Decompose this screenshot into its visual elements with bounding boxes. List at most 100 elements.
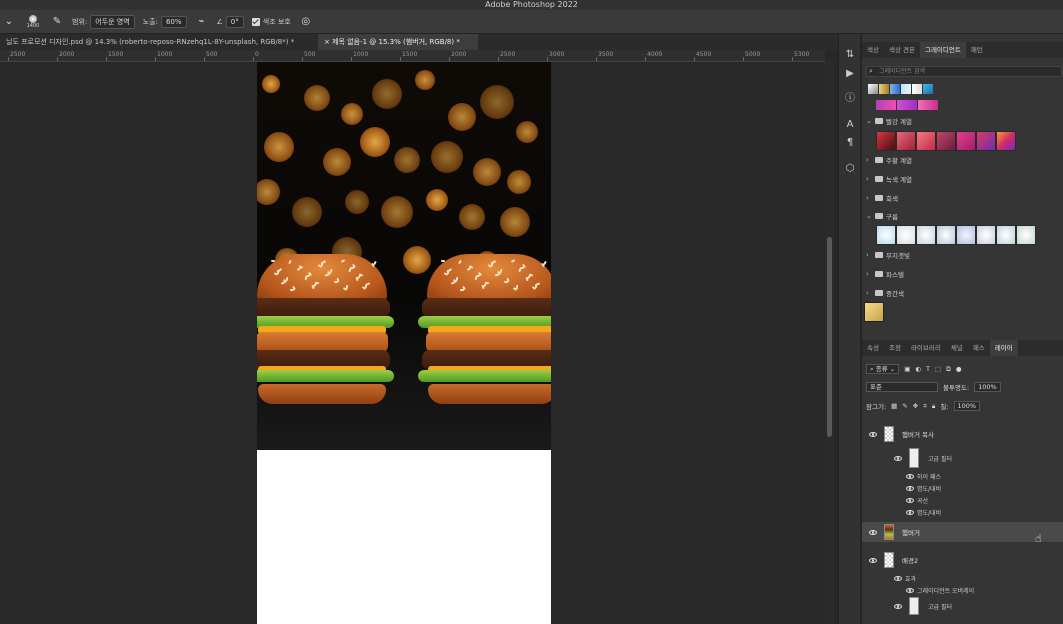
gradient-swatch[interactable] xyxy=(996,131,1016,151)
gradient-swatch[interactable] xyxy=(976,131,996,151)
foreground-gradient-swatch[interactable] xyxy=(864,302,884,322)
image-filter-icon[interactable]: ▣ xyxy=(904,365,910,373)
gradient-swatch[interactable] xyxy=(897,100,917,110)
eye-icon[interactable] xyxy=(906,485,914,491)
info-icon[interactable]: ⓘ xyxy=(843,92,857,106)
eye-icon[interactable] xyxy=(906,509,914,515)
visibility-toggle[interactable] xyxy=(862,431,884,437)
gradient-swatch[interactable] xyxy=(956,131,976,151)
gradient-group-green[interactable]: › 녹색 계열 xyxy=(866,173,912,185)
lock-transparent-icon[interactable]: ▦ xyxy=(891,402,897,410)
gradient-swatch[interactable] xyxy=(936,225,956,245)
shape-filter-icon[interactable]: ⬚ xyxy=(935,365,941,373)
gradient-tab[interactable]: 색상 견본 xyxy=(884,42,920,58)
eye-icon[interactable] xyxy=(894,455,902,461)
gradient-group-clouds[interactable]: ⌄ 구름 xyxy=(866,210,898,222)
gradient-swatch[interactable] xyxy=(879,84,889,94)
lock-all-icon[interactable]: 🔒︎ xyxy=(932,402,935,411)
chevron-down-icon[interactable]: ⌄ xyxy=(866,212,872,220)
filter-brightness-1[interactable]: 명도/대비 xyxy=(906,482,941,494)
type-filter-icon[interactable]: T xyxy=(926,365,930,373)
airbrush-icon[interactable]: ⌁ xyxy=(195,15,209,29)
gradient-swatch[interactable] xyxy=(876,131,896,151)
eye-icon[interactable] xyxy=(906,587,914,593)
play-icon[interactable]: ▶ xyxy=(843,67,857,81)
layer-burger[interactable]: 햄버거 xyxy=(862,522,1063,542)
layers-tab[interactable]: 채널 xyxy=(946,340,968,356)
layers-tab[interactable]: 레이어 xyxy=(989,340,1018,356)
gradient-swatch[interactable] xyxy=(916,225,936,245)
chevron-down-icon[interactable]: ⌄ xyxy=(2,15,16,29)
gradient-swatch[interactable] xyxy=(896,131,916,151)
layer-burger-copy[interactable]: 햄버거 복사 xyxy=(862,424,1063,444)
gradient-swatch[interactable] xyxy=(976,225,996,245)
gradient-tab[interactable]: 그레이디언트 xyxy=(919,42,966,58)
character-icon[interactable]: A xyxy=(843,118,857,132)
3d-cube-icon[interactable]: ⬡ xyxy=(843,162,857,176)
gradient-swatch[interactable] xyxy=(901,84,911,94)
gradient-swatch[interactable] xyxy=(868,84,878,94)
visibility-toggle[interactable] xyxy=(862,529,884,535)
vertical-scrollbar[interactable] xyxy=(825,62,834,624)
gradient-group-red[interactable]: ⌄ 빨강 계열 xyxy=(866,115,912,127)
doc-tab-untitled[interactable]: × 제목 없음-1 @ 15.3% (햄버거, RGB/8) * xyxy=(318,34,478,50)
eye-icon[interactable] xyxy=(894,575,902,581)
protect-tone-checkbox[interactable] xyxy=(251,17,260,26)
brush-settings-icon[interactable]: ✎ xyxy=(50,15,64,29)
layers-tab[interactable]: 라이브러리 xyxy=(906,340,946,356)
filter-curves[interactable]: 곡선 xyxy=(906,494,928,506)
pressure-size-icon[interactable]: ◎ xyxy=(299,15,313,29)
chevron-right-icon[interactable]: › xyxy=(866,251,872,259)
layers-tab[interactable]: 조정 xyxy=(884,340,906,356)
gradient-swatch[interactable] xyxy=(936,131,956,151)
layer-background-2[interactable]: 배경2 xyxy=(862,550,1063,570)
blend-mode-dropdown[interactable]: 표준 xyxy=(866,382,938,392)
visibility-toggle[interactable] xyxy=(862,557,884,563)
gradient-swatch[interactable] xyxy=(896,225,916,245)
chevron-right-icon[interactable]: › xyxy=(866,289,872,297)
layers-tab[interactable]: 패스 xyxy=(968,340,990,356)
effects-row[interactable]: 효과 xyxy=(894,572,916,584)
gradient-swatch[interactable] xyxy=(1016,225,1036,245)
gradient-swatch[interactable] xyxy=(923,84,933,94)
chevron-right-icon[interactable]: › xyxy=(866,156,872,164)
doc-tab-promo[interactable]: 닐도 프로모션 디자인.psd @ 14.3% (roberto-reposo-… xyxy=(0,34,318,50)
chevron-right-icon[interactable]: › xyxy=(866,175,872,183)
eye-icon[interactable] xyxy=(906,473,914,479)
range-dropdown[interactable]: 어두운 영역 xyxy=(90,14,135,29)
gradient-swatch[interactable] xyxy=(996,225,1016,245)
smart-filters-row-2[interactable]: 고급 필터 xyxy=(894,597,952,615)
fill-input[interactable]: 100% xyxy=(953,401,981,411)
smart-object-filter-icon[interactable]: ⧉ xyxy=(946,365,951,374)
gradient-swatch[interactable] xyxy=(918,100,938,110)
opacity-input[interactable]: 100% xyxy=(974,382,1001,392)
filter-high-pass[interactable]: 하이 패스 xyxy=(906,470,941,482)
gradient-group-neutral[interactable]: › 중간색 xyxy=(866,287,904,299)
gradient-search-input[interactable]: ⌕ 그레이디언트 검색 xyxy=(866,66,1062,77)
chevron-right-icon[interactable]: › xyxy=(866,270,872,278)
effect-gradient-overlay[interactable]: 그레이디언트 오버레이 xyxy=(906,584,974,596)
filter-toggle-icon[interactable]: ● xyxy=(956,365,962,373)
gradient-swatch[interactable] xyxy=(876,100,896,110)
filter-brightness-2[interactable]: 명도/대비 xyxy=(906,506,941,518)
adjustment-filter-icon[interactable]: ◐ xyxy=(915,365,921,373)
gradient-group-gray[interactable]: › 회색 xyxy=(866,192,898,204)
gradient-swatch[interactable] xyxy=(956,225,976,245)
gradient-swatch[interactable] xyxy=(876,225,896,245)
protect-tone-option[interactable]: 색조 보호 xyxy=(251,17,291,27)
eye-icon[interactable] xyxy=(906,497,914,503)
brush-preset-picker[interactable]: 1400 xyxy=(24,13,42,31)
gradient-group-orange[interactable]: › 주황 계열 xyxy=(866,154,912,166)
smart-filters-row-1[interactable]: 고급 필터 xyxy=(894,448,952,468)
chevron-down-icon[interactable]: ⌄ xyxy=(866,117,872,125)
eye-icon[interactable] xyxy=(894,603,902,609)
close-icon[interactable]: × xyxy=(324,38,330,46)
gradient-group-iridescent[interactable]: › 무지갯빛 xyxy=(866,249,910,261)
chevron-right-icon[interactable]: › xyxy=(866,194,872,202)
lock-image-icon[interactable]: ✎ xyxy=(902,402,907,410)
gradient-swatch[interactable] xyxy=(890,84,900,94)
document-canvas[interactable] xyxy=(257,62,551,624)
exposure-input[interactable]: 60% xyxy=(160,15,187,28)
history-icon[interactable]: ⇅ xyxy=(843,48,857,62)
gradient-tab[interactable]: 색상 xyxy=(862,42,884,58)
